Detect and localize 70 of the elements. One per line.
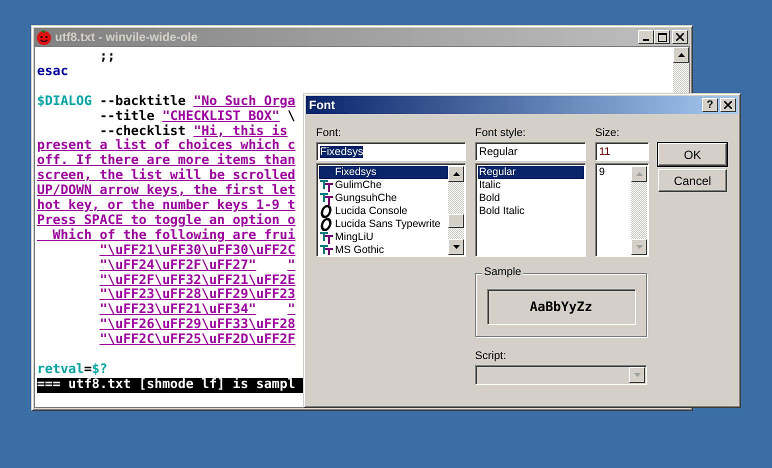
opentype-icon	[320, 205, 332, 218]
code-line: --checklist "Hi, this is	[100, 124, 288, 139]
code-line: "\uFF21\uFF30\uFF30\uFF2C	[100, 244, 296, 259]
font-list-item[interactable]: Fixedsys	[319, 166, 448, 179]
code-line: UP/DOWN arrow keys, the first let	[37, 184, 296, 199]
font-style-item[interactable]: Bold Italic	[478, 205, 584, 218]
font-list-item[interactable]: MingLiU	[319, 231, 448, 244]
code-line: "\uFF2C\uFF25\uFF2D\uFF2F	[100, 333, 296, 348]
font-list-item[interactable]: GulimChe	[319, 179, 448, 192]
maximize-button[interactable]	[654, 30, 670, 44]
font-field[interactable]: Fixedsys	[316, 142, 466, 161]
code-line: --title "CHECKLIST BOX" \	[100, 110, 296, 124]
font-style-field[interactable]: Regular	[475, 142, 586, 161]
help-button[interactable]: ?	[702, 98, 718, 112]
code-line: off. If there are more items than	[37, 154, 296, 168]
font-style-item[interactable]: Italic	[478, 179, 584, 192]
up-arrow-icon	[636, 172, 642, 176]
font-style-item[interactable]: Bold	[478, 192, 584, 205]
font-list-item[interactable]: Lucida Console	[319, 205, 448, 218]
down-arrow-icon	[636, 245, 642, 249]
sample-label: Sample	[482, 266, 524, 278]
font-style-label: Font style:	[475, 126, 527, 141]
dialog-title: Font	[309, 98, 335, 112]
code-line: "\uFF23\uFF21\uFF34" "	[100, 303, 296, 318]
down-arrow-icon	[634, 373, 640, 377]
close-button[interactable]	[672, 30, 688, 44]
window-title: utf8.txt - winvile-wide-ole	[55, 30, 199, 44]
truetype-icon	[320, 192, 334, 205]
scrollbar[interactable]	[448, 166, 464, 255]
code-line: esac	[37, 64, 68, 80]
tomato-icon	[36, 29, 52, 45]
down-arrow-icon	[452, 245, 460, 249]
sample-text: AaBbYyZz	[486, 289, 636, 325]
script-label: Script:	[475, 349, 508, 364]
font-style-item[interactable]: Regular	[478, 166, 584, 179]
up-arrow-icon	[678, 53, 684, 57]
cancel-button[interactable]: Cancel	[658, 169, 727, 192]
scrollbar-thumb[interactable]	[448, 214, 464, 228]
opentype-icon	[320, 218, 332, 231]
close-icon	[724, 101, 732, 109]
close-button[interactable]	[720, 98, 736, 112]
close-icon	[676, 33, 684, 41]
maximize-icon	[658, 32, 666, 42]
code-line: retval=$?	[37, 363, 108, 378]
code-line: hot key, or the number keys 1-9 t	[37, 199, 296, 214]
size-field[interactable]: 11	[595, 142, 649, 161]
code-line: ;;	[100, 50, 116, 65]
truetype-icon	[320, 179, 334, 192]
size-label: Size:	[595, 126, 620, 141]
code-line: Which of the following are frui	[52, 228, 296, 244]
font-label: Font:	[316, 126, 342, 141]
code-line: screen, the list will be scrolled	[37, 169, 296, 184]
code-line: "\uFF2F\uFF32\uFF21\uFF2E	[100, 274, 296, 288]
truetype-icon	[320, 231, 334, 244]
ok-button[interactable]: OK	[658, 143, 727, 166]
font-list-item[interactable]: MS Gothic	[319, 244, 448, 255]
scrollbar[interactable]	[631, 166, 647, 255]
minimize-button[interactable]	[638, 30, 654, 44]
code-line: Press SPACE to toggle an option o	[37, 214, 296, 228]
font-list-item[interactable]: GungsuhChe	[319, 192, 448, 205]
script-dropdown[interactable]	[475, 365, 647, 385]
up-arrow-icon	[452, 172, 460, 176]
code-line: "\uFF23\uFF28\uFF29\uFF23	[100, 288, 296, 303]
font-list-item[interactable]: Lucida Sans Typewrite	[319, 218, 448, 231]
code-line: present a list of choices which c	[37, 139, 296, 154]
code-line: "\uFF26\uFF29\uFF33\uFF28	[100, 318, 296, 333]
code-line: "\uFF24\uFF2F\uFF27" "	[100, 258, 296, 274]
code-line: $DIALOG --backtitle "No Such Orga	[37, 94, 296, 109]
truetype-icon	[320, 244, 334, 255]
size-list-item[interactable]: 9	[598, 166, 631, 179]
